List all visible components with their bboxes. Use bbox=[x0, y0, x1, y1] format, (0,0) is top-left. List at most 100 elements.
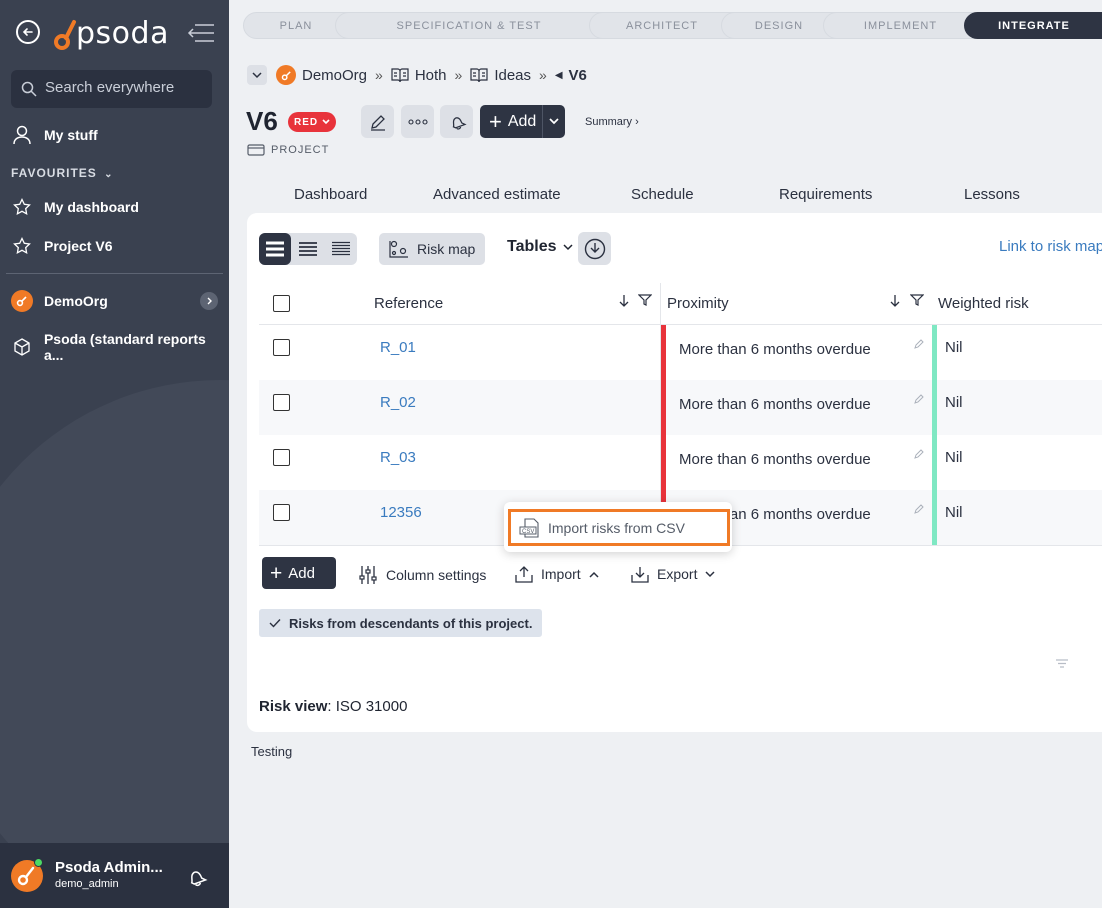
download-icon bbox=[631, 567, 649, 583]
package-icon bbox=[0, 337, 44, 357]
search-input[interactable] bbox=[45, 79, 205, 96]
risk-reference-link[interactable]: 12356 bbox=[380, 504, 422, 521]
row-checkbox[interactable] bbox=[273, 449, 290, 466]
tab-requirements[interactable]: Requirements bbox=[779, 186, 872, 203]
download-circle-icon bbox=[584, 238, 605, 259]
pencil-icon[interactable] bbox=[913, 502, 925, 520]
tab-lessons[interactable]: Lessons bbox=[964, 186, 1020, 203]
table-row[interactable]: R_03 More than 6 months overdue Nil bbox=[259, 435, 1102, 490]
sidebar: psoda My stuff FAVOURITES ⌄ My dashboard… bbox=[0, 0, 229, 908]
pencil-icon[interactable] bbox=[913, 392, 925, 410]
phase-architect[interactable]: ARCHITECT bbox=[589, 12, 735, 39]
summary-link[interactable]: Summary › bbox=[585, 116, 639, 128]
back-icon[interactable] bbox=[16, 20, 40, 44]
breadcrumb-item-demoorg[interactable]: DemoOrg bbox=[302, 67, 367, 84]
collapse-sidebar-icon[interactable] bbox=[187, 22, 215, 44]
sidebar-item-psoda-reports[interactable]: Psoda (standard reports a... bbox=[0, 331, 229, 363]
online-status-dot bbox=[34, 858, 43, 867]
proximity-value: More than 6 months overdue bbox=[679, 396, 871, 413]
view-mode-toggle bbox=[259, 233, 357, 265]
row-checkbox[interactable] bbox=[273, 504, 290, 521]
filter-lines-icon[interactable] bbox=[1055, 656, 1069, 674]
phase-implement[interactable]: IMPLEMENT bbox=[823, 12, 978, 39]
risk-map-button[interactable]: Risk map bbox=[379, 233, 485, 265]
sort-down-icon[interactable] bbox=[890, 293, 900, 314]
filter-icon[interactable] bbox=[637, 293, 653, 312]
phase-design[interactable]: DESIGN bbox=[721, 12, 837, 39]
breadcrumb-separator: » bbox=[454, 67, 463, 83]
pencil-icon bbox=[370, 114, 385, 131]
risk-reference-link[interactable]: R_01 bbox=[380, 339, 416, 356]
weighted-risk-indicator bbox=[932, 435, 937, 490]
search-box[interactable] bbox=[11, 70, 212, 108]
breadcrumb-toggle[interactable] bbox=[247, 65, 267, 85]
tab-schedule[interactable]: Schedule bbox=[631, 186, 694, 203]
user-icon bbox=[0, 125, 44, 145]
phase-integrate[interactable]: INTEGRATE bbox=[964, 12, 1102, 39]
sidebar-item-demoorg[interactable]: DemoOrg bbox=[0, 286, 229, 316]
notify-button[interactable] bbox=[440, 105, 473, 138]
plus-icon: + bbox=[270, 561, 283, 585]
psoda-logo[interactable]: psoda bbox=[54, 14, 168, 52]
favourites-heading[interactable]: FAVOURITES ⌄ bbox=[11, 166, 114, 180]
import-csv-menu-item[interactable]: CSV Import risks from CSV bbox=[508, 509, 730, 546]
view-large-icon[interactable] bbox=[259, 233, 291, 265]
add-risk-button[interactable]: + Add bbox=[262, 557, 336, 589]
column-header-reference[interactable]: Reference bbox=[374, 295, 443, 312]
pencil-icon[interactable] bbox=[913, 337, 925, 355]
chevron-right-icon[interactable] bbox=[200, 292, 218, 310]
status-badge[interactable]: RED bbox=[288, 112, 337, 132]
bell-icon[interactable] bbox=[184, 865, 208, 894]
column-settings-button[interactable]: Column settings bbox=[358, 565, 486, 585]
risk-view-label: Risk view: ISO 31000 bbox=[259, 698, 408, 715]
import-menu: CSV Import risks from CSV bbox=[504, 502, 732, 552]
tables-dropdown[interactable]: Tables bbox=[507, 238, 573, 256]
sidebar-item-label: DemoOrg bbox=[44, 293, 108, 309]
sidebar-item-my-stuff[interactable]: My stuff bbox=[0, 120, 229, 150]
breadcrumb-item-hoth[interactable]: Hoth bbox=[415, 67, 447, 84]
user-bar[interactable]: Psoda Admin... demo_admin bbox=[0, 843, 229, 908]
risk-view-value: : ISO 31000 bbox=[327, 698, 408, 715]
select-all-checkbox[interactable] bbox=[273, 295, 290, 312]
download-button[interactable] bbox=[578, 232, 611, 265]
descendants-toggle[interactable]: Risks from descendants of this project. bbox=[259, 609, 543, 637]
logo-mark-icon bbox=[54, 20, 76, 50]
risks-panel: Risk map Tables Link to risk map Referen… bbox=[247, 213, 1102, 732]
phase-specification-test[interactable]: SPECIFICATION & TEST bbox=[335, 12, 603, 39]
risk-map-icon bbox=[389, 240, 408, 258]
filter-icon[interactable] bbox=[909, 293, 925, 312]
breadcrumb-item-ideas[interactable]: Ideas bbox=[494, 67, 531, 84]
user-name: Psoda Admin... bbox=[55, 859, 163, 876]
add-button[interactable]: + Add bbox=[480, 105, 565, 138]
table-row[interactable]: R_02 More than 6 months overdue Nil bbox=[259, 380, 1102, 435]
view-medium-icon[interactable] bbox=[292, 233, 324, 265]
chevron-down-icon[interactable] bbox=[549, 118, 559, 125]
book-icon bbox=[470, 67, 488, 83]
csv-file-icon: CSV bbox=[519, 517, 539, 538]
column-header-weighted-risk[interactable]: Weighted risk bbox=[938, 295, 1029, 312]
risk-reference-link[interactable]: R_03 bbox=[380, 449, 416, 466]
breadcrumb-item-current: V6 bbox=[568, 66, 587, 84]
weighted-risk-indicator bbox=[932, 380, 937, 435]
pencil-icon[interactable] bbox=[913, 447, 925, 465]
sort-down-icon[interactable] bbox=[619, 293, 629, 314]
tab-advanced-estimate[interactable]: Advanced estimate bbox=[433, 186, 561, 203]
column-header-proximity[interactable]: Proximity bbox=[667, 295, 729, 312]
row-checkbox[interactable] bbox=[273, 339, 290, 356]
export-button[interactable]: Export bbox=[631, 565, 715, 583]
chevron-up-icon bbox=[589, 571, 599, 578]
phase-plan[interactable]: PLAN bbox=[243, 12, 349, 39]
more-button[interactable] bbox=[401, 105, 434, 138]
edit-button[interactable] bbox=[361, 105, 394, 138]
table-row[interactable]: R_01 More than 6 months overdue Nil bbox=[259, 325, 1102, 380]
weighted-risk-value: Nil bbox=[945, 339, 963, 356]
chevron-right-icon: › bbox=[635, 116, 639, 128]
risk-reference-link[interactable]: R_02 bbox=[380, 394, 416, 411]
link-to-risk-map[interactable]: Link to risk map bbox=[999, 238, 1102, 255]
import-button[interactable]: Import bbox=[515, 565, 599, 583]
sidebar-item-project-v6[interactable]: Project V6 bbox=[0, 231, 229, 261]
sidebar-item-my-dashboard[interactable]: My dashboard bbox=[0, 192, 229, 222]
view-compact-icon[interactable] bbox=[325, 233, 357, 265]
tab-dashboard[interactable]: Dashboard bbox=[294, 186, 367, 203]
row-checkbox[interactable] bbox=[273, 394, 290, 411]
